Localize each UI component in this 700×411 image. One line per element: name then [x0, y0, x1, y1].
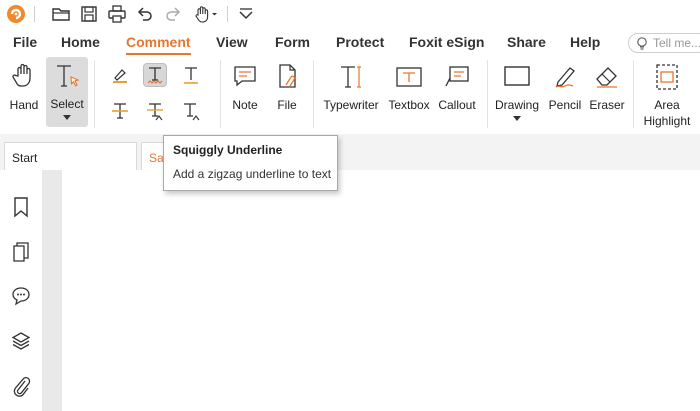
- tell-me-placeholder: Tell me...: [653, 36, 700, 50]
- foxit-logo-icon[interactable]: [6, 4, 26, 24]
- tab-foxit-esign[interactable]: Foxit eSign: [409, 34, 484, 50]
- tab-form[interactable]: Form: [275, 34, 310, 50]
- comment-ribbon: Hand Select Note File Typewriter Textbox…: [0, 56, 700, 135]
- bookmark-icon[interactable]: [11, 196, 31, 218]
- select-dropdown-icon: [63, 115, 71, 120]
- ribbon-separator: [220, 60, 221, 128]
- drawing-dropdown-icon: [513, 116, 521, 121]
- ribbon-separator: [487, 60, 488, 128]
- tab-share[interactable]: Share: [507, 34, 546, 50]
- note-label: Note: [232, 98, 258, 112]
- file-attach-button[interactable]: File: [270, 58, 304, 120]
- squiggly-underline-tooltip: Squiggly Underline Add a zigzag underlin…: [163, 135, 338, 191]
- tab-view[interactable]: View: [216, 34, 248, 50]
- attachment-icon[interactable]: [11, 375, 31, 397]
- comments-icon[interactable]: [11, 285, 31, 307]
- drawing-label: Drawing: [494, 98, 539, 112]
- underline-tool[interactable]: [180, 64, 202, 86]
- tooltip-title: Squiggly Underline: [173, 143, 283, 157]
- callout-icon: [444, 64, 470, 90]
- note-button[interactable]: Note: [228, 58, 262, 120]
- print-icon[interactable]: [107, 4, 127, 24]
- area-highlight-label-line1: Area: [654, 98, 680, 112]
- select-label: Select: [50, 97, 84, 111]
- textbox-button[interactable]: Textbox: [386, 58, 432, 120]
- toolbar-separator: [34, 6, 35, 22]
- strikeout-tool[interactable]: [109, 100, 131, 122]
- eraser-icon: [594, 63, 620, 89]
- hand-button[interactable]: Hand: [5, 58, 43, 120]
- layers-icon[interactable]: [11, 330, 31, 352]
- open-folder-icon[interactable]: [51, 4, 71, 24]
- quick-access-toolbar: [0, 0, 700, 28]
- tab-start[interactable]: Start: [4, 142, 137, 170]
- tab-protect[interactable]: Protect: [336, 34, 384, 50]
- note-icon: [233, 64, 257, 88]
- pages-icon[interactable]: [11, 241, 31, 263]
- typewriter-button[interactable]: Typewriter: [320, 58, 382, 120]
- undo-icon[interactable]: [135, 4, 155, 24]
- rectangle-drawing-icon: [504, 65, 530, 87]
- document-tab-bar: Start Sar: [0, 134, 700, 171]
- select-text-icon: [54, 63, 82, 91]
- pencil-label: Pencil: [548, 98, 582, 112]
- textbox-label: Textbox: [388, 98, 430, 112]
- textbox-icon: [396, 66, 422, 88]
- pencil-button[interactable]: Pencil: [546, 58, 584, 120]
- area-highlight-icon: [655, 63, 679, 91]
- callout-button[interactable]: Callout: [436, 58, 478, 120]
- tell-me-search[interactable]: Tell me...: [628, 33, 700, 53]
- tooltip-description: Add a zigzag underline to text: [173, 167, 332, 181]
- drawing-button[interactable]: Drawing: [493, 58, 541, 128]
- replace-text-tool[interactable]: [144, 100, 166, 122]
- lightbulb-icon: [635, 36, 649, 50]
- customize-chevron-icon[interactable]: [236, 4, 256, 24]
- select-button[interactable]: Select: [46, 57, 88, 127]
- area-highlight-label-line2: Highlight: [643, 114, 691, 128]
- navigation-panel: [0, 170, 42, 411]
- eraser-button[interactable]: Eraser: [588, 58, 626, 120]
- tab-help[interactable]: Help: [570, 34, 600, 50]
- highlight-tool[interactable]: [109, 64, 131, 86]
- squiggly-underline-tool[interactable]: [143, 63, 167, 87]
- area-highlight-button[interactable]: Area Highlight: [638, 58, 696, 130]
- save-icon[interactable]: [79, 4, 99, 24]
- pencil-icon: [553, 63, 579, 89]
- file-attachment-icon: [276, 63, 300, 89]
- typewriter-icon: [338, 64, 364, 90]
- typewriter-label: Typewriter: [323, 98, 379, 112]
- tab-comment[interactable]: Comment: [126, 34, 191, 55]
- hand-label: Hand: [9, 98, 39, 112]
- panel-gutter: [42, 170, 63, 411]
- ribbon-separator: [313, 60, 314, 128]
- callout-label: Callout: [438, 98, 476, 112]
- file-label: File: [277, 98, 297, 112]
- hand-icon: [12, 62, 36, 88]
- redo-icon[interactable]: [163, 4, 183, 24]
- menu-tabs: File Home Comment View Form Protect Foxi…: [0, 28, 700, 56]
- eraser-label: Eraser: [589, 98, 625, 112]
- tab-home[interactable]: Home: [61, 34, 100, 50]
- toolbar-separator: [227, 6, 228, 22]
- ribbon-separator: [94, 60, 95, 128]
- insert-text-tool[interactable]: [180, 100, 202, 122]
- document-canvas[interactable]: [62, 170, 700, 411]
- tab-start-label: Start: [12, 151, 38, 165]
- hand-dropdown-icon[interactable]: [193, 4, 219, 24]
- tab-file[interactable]: File: [13, 34, 37, 50]
- ribbon-separator: [633, 60, 634, 128]
